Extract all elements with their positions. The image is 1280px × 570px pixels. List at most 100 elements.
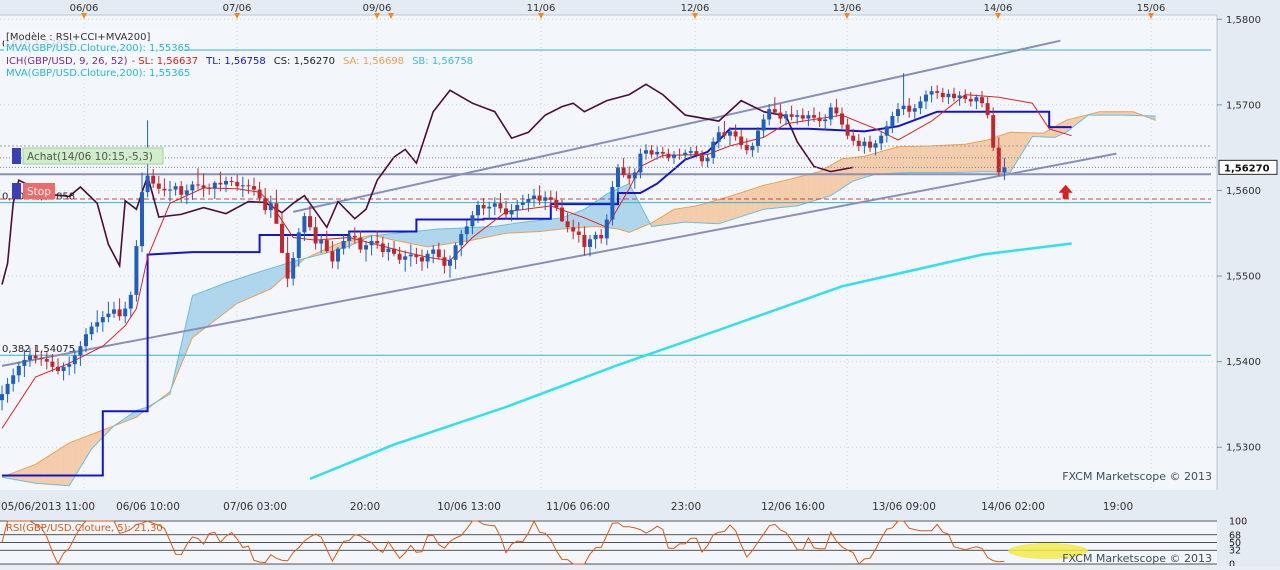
candle-body <box>728 131 732 136</box>
candle-body <box>823 119 828 122</box>
candle-body <box>963 95 968 99</box>
candle-body <box>840 113 844 125</box>
candle-body <box>252 186 256 190</box>
kumo-segment <box>449 228 456 244</box>
candle-body <box>627 175 632 179</box>
candle-body <box>660 151 665 154</box>
kumo-segment <box>578 208 585 228</box>
candle-body <box>705 157 710 162</box>
stop-marker-tab[interactable] <box>12 183 21 199</box>
rsi-title: RSI(GBP/USD.Cloture, 5): 21,30 <box>6 523 163 534</box>
candle-body <box>694 151 699 156</box>
candle-body <box>106 313 111 318</box>
legend-mva-line-2: MVA(GBP/USD.Cloture,200): 1,55365 <box>6 68 190 79</box>
kumo-segment <box>505 223 512 234</box>
candle-body <box>364 245 368 250</box>
candle-body <box>918 101 923 109</box>
candle-body <box>235 181 240 187</box>
candle-body <box>145 175 150 193</box>
kumo-segment <box>819 168 826 200</box>
kumo-segment <box>690 205 697 223</box>
candle-body <box>263 198 268 211</box>
candle-body <box>548 197 553 200</box>
kumo-segment <box>925 145 932 173</box>
candle-body <box>207 187 212 189</box>
kumo-segment <box>416 230 423 247</box>
candle-body <box>532 195 536 200</box>
kumo-segment <box>802 174 809 205</box>
kumo-segment <box>220 282 227 317</box>
candle-body <box>352 235 357 238</box>
candle-body <box>56 366 60 372</box>
gbpusd-ichimoku-chart[interactable]: 06/06 07/06 09/06 11/06 12/06 13/06 14/06 15/06… <box>0 0 1280 570</box>
kumo-segment <box>780 179 787 208</box>
time-axis-label: 23:00 <box>671 501 701 513</box>
kumo-segment <box>679 207 686 224</box>
candle-body <box>845 124 850 136</box>
candle-body <box>274 203 279 224</box>
kumo-segment <box>673 208 680 224</box>
candle-body <box>50 361 55 367</box>
candle-body <box>112 309 116 314</box>
y-tick-label: 1,5700 <box>1226 100 1261 111</box>
candle-body <box>408 254 413 257</box>
kumo-segment <box>920 145 927 173</box>
kumo-segment <box>517 222 523 233</box>
candle-body <box>806 115 811 119</box>
candle-body <box>358 237 363 250</box>
candle-body <box>324 240 329 252</box>
candle-body <box>722 132 727 136</box>
kumo-segment <box>539 219 546 232</box>
candle-body <box>173 186 178 190</box>
legend-model: [Modèle : RSI+CCI+MVA200] <box>6 31 150 43</box>
candle-body <box>599 234 604 239</box>
candle-body <box>756 130 760 146</box>
candle-body <box>61 366 66 372</box>
kumo-segment <box>707 200 714 224</box>
candle-body <box>621 167 626 176</box>
candle-body <box>935 91 940 93</box>
candle-body <box>448 259 452 266</box>
candle-body <box>884 126 889 136</box>
kumo-segment <box>399 232 406 243</box>
date-marker-label: 06/06 <box>70 3 99 14</box>
candle-body <box>22 359 27 366</box>
kumo-segment <box>52 449 59 486</box>
achat-order-label: Achat(14/06 10:15,-5,3) <box>27 151 153 163</box>
candle-body <box>750 145 755 151</box>
candle-body <box>940 92 945 98</box>
kumo-segment <box>853 156 859 182</box>
candle-body <box>403 256 408 260</box>
candle-body <box>834 107 839 114</box>
candle-body <box>744 145 749 151</box>
candle-body <box>240 185 245 187</box>
kumo-segment <box>41 456 47 485</box>
candle-body <box>912 108 917 112</box>
chart-watermark: FXCM Marketscope © 2013 <box>1062 470 1212 483</box>
kumo-segment <box>192 293 199 339</box>
kumo-segment <box>225 280 232 313</box>
kumo-segment <box>769 182 775 209</box>
candle-body <box>470 215 475 227</box>
candle-body <box>11 375 16 384</box>
candle-body <box>616 167 620 188</box>
legend-cs: CS: 1,56270 <box>274 56 335 67</box>
candle-body <box>588 239 592 247</box>
achat-marker-tab[interactable] <box>12 148 21 164</box>
kumo-segment <box>741 190 747 217</box>
kumo-segment <box>953 144 960 173</box>
candle-body <box>0 394 4 401</box>
kumo-segment <box>29 464 36 484</box>
kumo-segment <box>253 271 260 297</box>
legend-sb: SB: 1,56758 <box>412 56 473 67</box>
candle-body <box>39 358 44 360</box>
candle-body <box>302 216 307 233</box>
time-axis-label: 05/06/2013 11:00 <box>1 501 95 513</box>
candle-body <box>952 93 956 99</box>
candle-body <box>560 207 564 222</box>
candle-body <box>201 185 206 188</box>
kumo-segment <box>836 158 843 193</box>
kumo-segment <box>438 228 445 246</box>
candle-body <box>800 115 805 119</box>
candle-body <box>341 240 346 249</box>
